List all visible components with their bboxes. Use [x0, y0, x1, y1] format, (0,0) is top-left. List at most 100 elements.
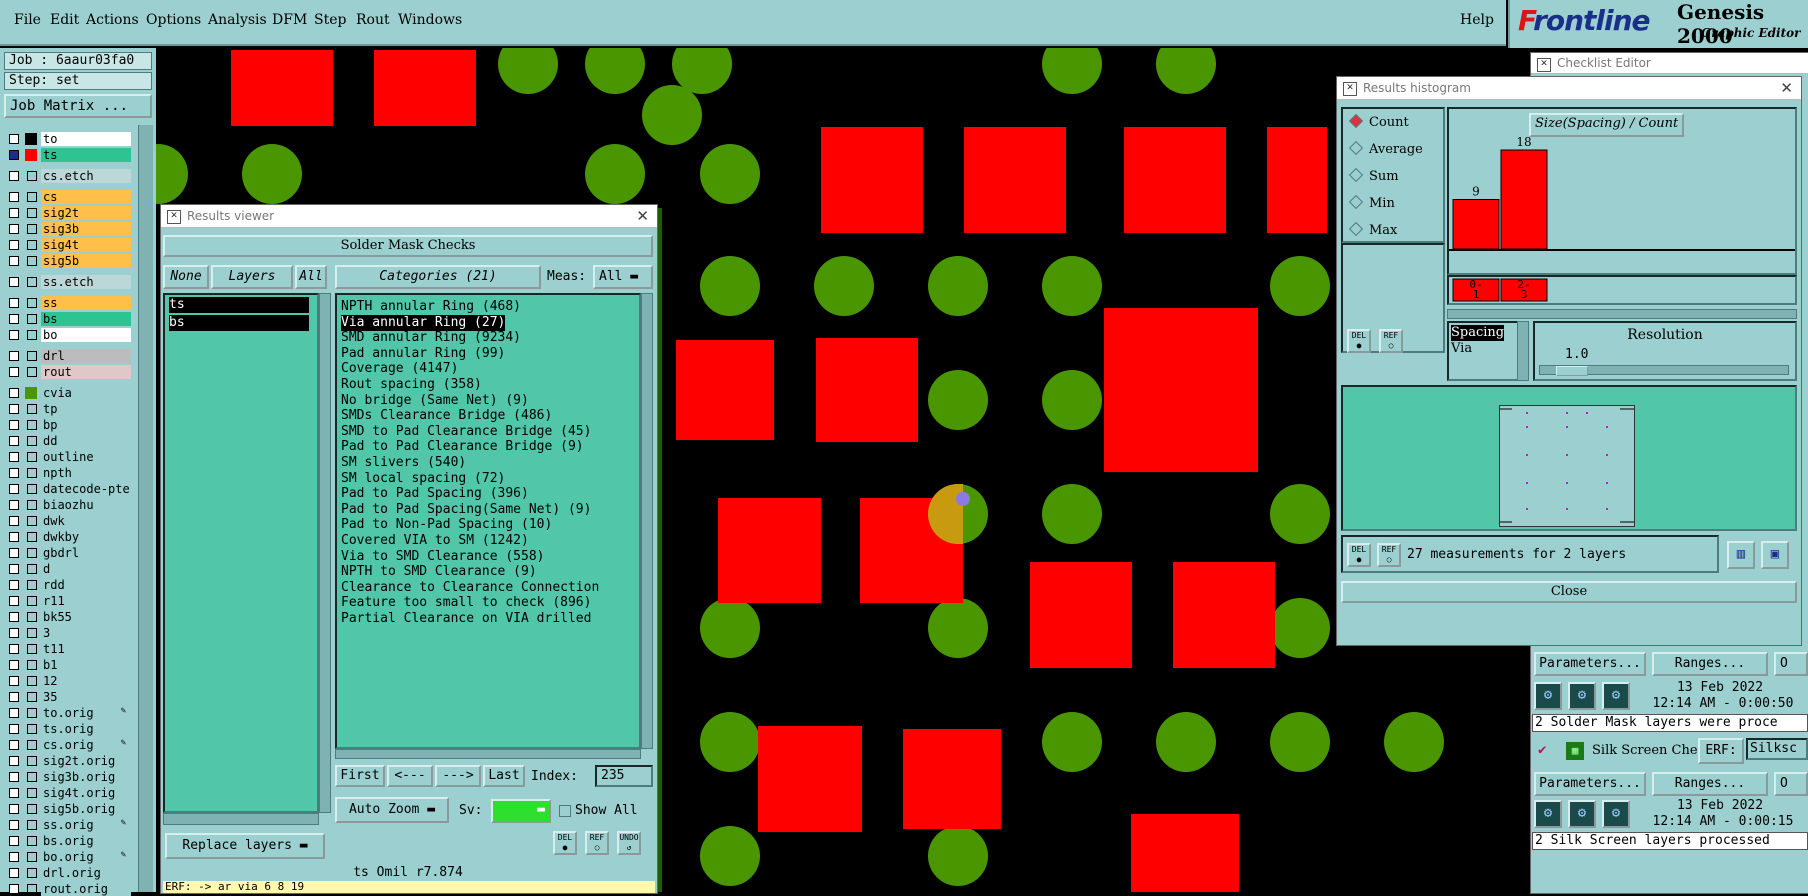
layer-row[interactable]: datecode-pte — [6, 482, 131, 496]
layer-checkbox[interactable] — [9, 548, 19, 558]
layer-name[interactable]: rout — [41, 365, 131, 379]
list-item[interactable]: bs — [169, 315, 309, 331]
radio-sum[interactable]: Sum — [1348, 167, 1399, 184]
layer-row[interactable]: bs.orig — [6, 834, 131, 848]
prev-button[interactable]: <--- — [387, 765, 433, 787]
layer-name[interactable]: gbdrl — [41, 546, 131, 560]
layer-checkbox[interactable] — [9, 367, 19, 377]
layer-row[interactable]: rout.orig — [6, 882, 131, 896]
layer-checkbox[interactable] — [9, 150, 19, 160]
run-icon[interactable]: ⚙ — [1534, 682, 1562, 710]
layer-affected-box[interactable] — [27, 804, 37, 814]
layer-checkbox[interactable] — [9, 804, 19, 814]
layer-checkbox[interactable] — [9, 298, 19, 308]
all-button[interactable]: All — [295, 265, 327, 289]
layer-affected-box[interactable] — [27, 516, 37, 526]
check-group-header[interactable]: Solder Mask Checks — [163, 235, 653, 257]
layer-checkbox[interactable] — [9, 452, 19, 462]
layer-name[interactable]: t11 — [41, 642, 131, 656]
layer-name[interactable]: 35 — [41, 690, 131, 704]
erf-button[interactable]: ERF: — [1698, 738, 1744, 764]
next-button[interactable]: ---> — [435, 765, 481, 787]
layer-name[interactable]: dwk — [41, 514, 131, 528]
layer-name[interactable]: bk55 — [41, 610, 131, 624]
menu-actions[interactable]: Actions — [86, 12, 139, 28]
layer-checkbox[interactable] — [9, 330, 19, 340]
layer-row[interactable]: rout — [6, 365, 131, 379]
menu-analysis[interactable]: Analysis — [208, 12, 267, 28]
run-all-icon[interactable]: ⚙ — [1568, 800, 1596, 828]
layer-name[interactable]: ss.etch — [41, 275, 131, 289]
radio-min[interactable]: Min — [1348, 194, 1395, 211]
layer-affected-box[interactable] — [27, 404, 37, 414]
layer-checkbox[interactable] — [9, 171, 19, 181]
layer-affected-box[interactable] — [27, 484, 37, 494]
resolution-slider[interactable] — [1539, 365, 1789, 376]
layer-affected-box[interactable] — [27, 596, 37, 606]
category-item[interactable]: Pad to Pad Spacing (396) — [341, 486, 529, 502]
slider-thumb[interactable] — [1556, 366, 1588, 376]
layer-row[interactable]: drl — [6, 349, 131, 363]
layer-row[interactable]: sig2t.orig — [6, 754, 131, 768]
layer-affected-box[interactable] — [27, 171, 37, 181]
layer-name[interactable]: sig5b.orig — [41, 802, 131, 816]
layer-affected-box[interactable] — [27, 298, 37, 308]
histogram-hscrollbar[interactable] — [1447, 309, 1797, 319]
category-item[interactable]: Via to SMD Clearance (558) — [341, 549, 545, 565]
ranges-button-2[interactable]: Ranges... — [1652, 772, 1768, 796]
layer-row[interactable]: cs.etch — [6, 169, 131, 183]
layer-checkbox[interactable] — [9, 596, 19, 606]
layer-name[interactable]: biaozhu — [41, 498, 131, 512]
layer-checkbox[interactable] — [9, 644, 19, 654]
category-item[interactable]: Covered VIA to SM (1242) — [341, 533, 529, 549]
parameters-button[interactable]: Parameters... — [1534, 652, 1646, 676]
layer-checkbox[interactable] — [9, 868, 19, 878]
layer-affected-box[interactable] — [27, 884, 37, 894]
category-item[interactable]: Pad to Pad Clearance Bridge (9) — [341, 439, 584, 455]
layer-row[interactable]: to.orig ✎ — [6, 706, 131, 720]
layer-name[interactable]: 3 — [41, 626, 131, 640]
stop-icon[interactable]: ⚙ — [1602, 800, 1630, 828]
menu-edit[interactable]: Edit — [50, 12, 79, 28]
layer-row[interactable]: ss.etch — [6, 275, 131, 289]
layer-affected-box[interactable] — [27, 836, 37, 846]
layer-name[interactable]: bo.orig — [41, 850, 131, 864]
layer-affected-box[interactable] — [27, 628, 37, 638]
layer-row[interactable]: bk55 — [6, 610, 131, 624]
type-list-scrollbar[interactable] — [1517, 321, 1529, 381]
layer-row[interactable]: sig3b.orig — [6, 770, 131, 784]
layer-row[interactable]: bs — [6, 312, 131, 326]
layer-affected-box[interactable] — [27, 724, 37, 734]
layer-row[interactable]: ts — [6, 148, 131, 162]
ref-button[interactable]: REF ○ — [585, 831, 609, 855]
first-button[interactable]: First — [335, 765, 385, 787]
category-item[interactable]: Pad to Non-Pad Spacing (10) — [341, 517, 552, 533]
layer-checkbox[interactable] — [9, 740, 19, 750]
layer-affected-box[interactable] — [27, 468, 37, 478]
layer-name[interactable]: drl.orig — [41, 866, 131, 880]
layer-name[interactable]: dd — [41, 434, 131, 448]
layer-affected-box[interactable] — [27, 788, 37, 798]
layer-affected-box[interactable] — [27, 692, 37, 702]
layer-name[interactable]: cs.orig — [41, 738, 131, 752]
preview-map[interactable] — [1499, 405, 1635, 527]
layer-row[interactable]: drl.orig — [6, 866, 131, 880]
layer-name[interactable]: cs — [41, 190, 131, 204]
parameters-button-2[interactable]: Parameters... — [1534, 772, 1646, 796]
layer-checkbox[interactable] — [9, 256, 19, 266]
layer-checkbox[interactable] — [9, 314, 19, 324]
layer-checkbox[interactable] — [9, 580, 19, 590]
layer-row[interactable]: b1 — [6, 658, 131, 672]
job-matrix-button[interactable]: Job Matrix ... — [4, 94, 152, 118]
menu-options[interactable]: Options — [146, 12, 201, 28]
layer-name[interactable]: cs.etch — [41, 169, 131, 183]
layer-name[interactable]: datecode-pte — [41, 482, 131, 496]
list-item[interactable]: Via — [1451, 341, 1472, 357]
layer-row[interactable]: biaozhu — [6, 498, 131, 512]
layer-list-scrollbar[interactable] — [138, 125, 153, 892]
layer-affected-box[interactable] — [27, 564, 37, 574]
categories-button[interactable]: Categories (21) — [335, 265, 541, 289]
layer-affected-box[interactable] — [27, 756, 37, 766]
layer-name[interactable]: bp — [41, 418, 131, 432]
layer-checkbox[interactable] — [9, 240, 19, 250]
